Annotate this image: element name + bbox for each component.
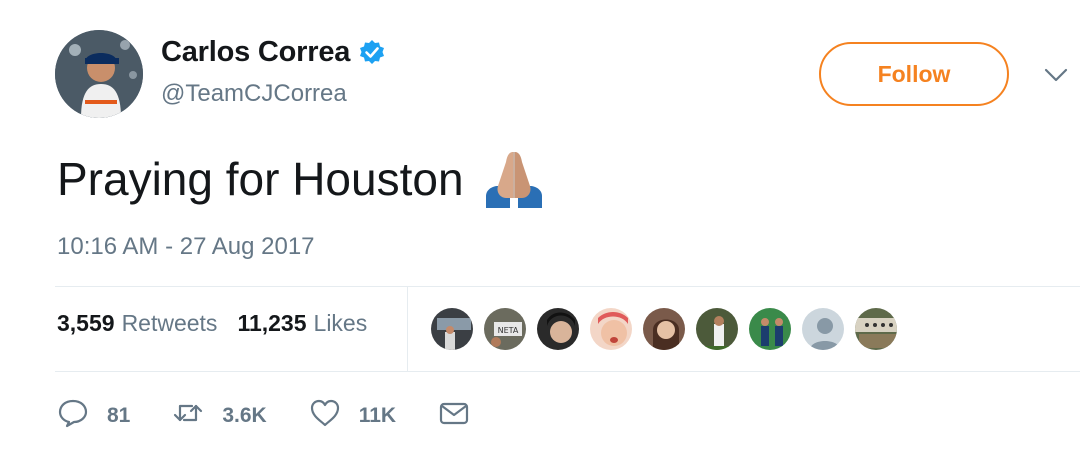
liker-avatar-7[interactable] (747, 306, 793, 352)
tweet-text: Praying for Houston (57, 153, 464, 205)
retweet-count: 3.6K (222, 403, 267, 427)
name-row: Carlos Correa (161, 36, 386, 69)
liker-avatar-8[interactable] (800, 306, 846, 352)
liker-avatar-2[interactable]: NETA (482, 306, 528, 352)
stats-separator (407, 287, 408, 371)
liker-avatar-6[interactable] (694, 306, 740, 352)
divider-top (55, 286, 1080, 287)
retweets-label[interactable]: Retweets (122, 310, 218, 337)
heart-icon (309, 398, 341, 433)
user-handle[interactable]: @TeamCJCorrea (161, 80, 347, 108)
chevron-down-icon[interactable] (1043, 66, 1069, 84)
likes-label[interactable]: Likes (314, 310, 368, 337)
divider-bottom (55, 371, 1080, 372)
retweets-count[interactable]: 3,559 (57, 310, 115, 337)
reply-button[interactable]: 81 (57, 398, 130, 433)
liker-avatar-9[interactable] (853, 306, 899, 352)
tweet-body: Praying for Houston (57, 148, 546, 210)
tweet-timestamp[interactable]: 10:16 AM - 27 Aug 2017 (57, 233, 315, 261)
reply-icon (57, 398, 89, 433)
retweet-icon (172, 398, 204, 433)
follow-button[interactable]: Follow (819, 42, 1009, 106)
verified-badge-icon (358, 39, 386, 67)
retweet-button[interactable]: 3.6K (172, 398, 267, 433)
user-avatar[interactable] (55, 30, 143, 118)
tweet-stats: 3,559 Retweets 11,235 Likes (57, 310, 367, 337)
liker-avatar-3[interactable] (535, 306, 581, 352)
display-name[interactable]: Carlos Correa (161, 36, 350, 69)
liker-avatar-1[interactable] (429, 306, 475, 352)
envelope-icon (438, 398, 470, 433)
tweet-actions: 81 3.6K 11K (57, 398, 512, 433)
liker-avatar-5[interactable] (641, 306, 687, 352)
likes-count[interactable]: 11,235 (237, 310, 306, 337)
direct-message-button[interactable] (438, 398, 470, 433)
tweet-header: Carlos Correa @TeamCJCorrea Follow (55, 28, 1080, 120)
svg-text:NETA: NETA (498, 326, 519, 335)
liker-avatar-4[interactable] (588, 306, 634, 352)
like-count: 11K (358, 403, 397, 427)
reply-count: 81 (107, 403, 131, 427)
like-button[interactable]: 11K (309, 398, 396, 433)
likers-list: NETA (429, 306, 906, 352)
folded-hands-icon (482, 148, 546, 210)
